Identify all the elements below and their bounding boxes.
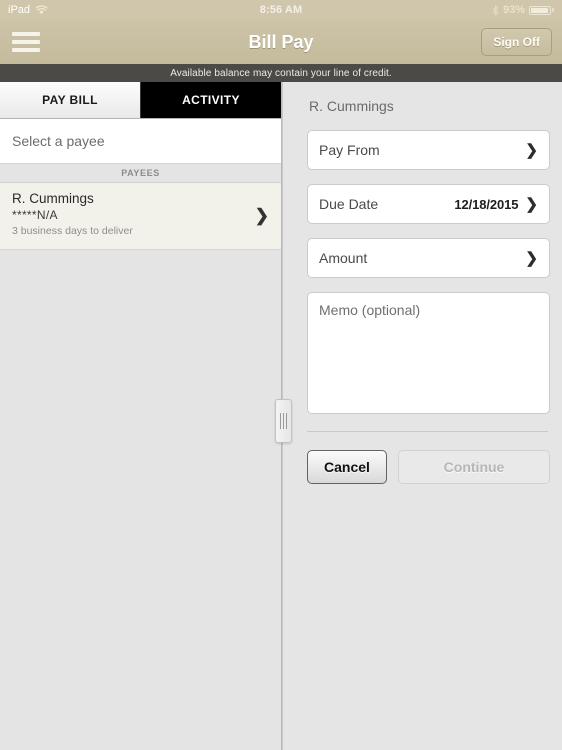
payee-list-empty-area <box>0 249 281 750</box>
payment-detail-panel: R. Cummings Pay From ❯ Due Date 12/18/20… <box>282 82 562 750</box>
detail-payee-title: R. Cummings <box>309 98 394 114</box>
memo-input[interactable]: Memo (optional) <box>307 292 550 414</box>
pay-from-field[interactable]: Pay From ❯ <box>307 130 550 170</box>
due-date-value: 12/18/2015 <box>454 196 519 212</box>
split-view: PAY BILL ACTIVITY Select a payee PAYEES … <box>0 82 562 750</box>
hamburger-menu-icon[interactable] <box>10 30 42 54</box>
form-divider <box>307 431 548 432</box>
sign-off-button[interactable]: Sign Off <box>481 28 552 56</box>
tab-activity[interactable]: ACTIVITY <box>141 82 281 118</box>
payees-section-header: PAYEES <box>0 164 281 183</box>
bluetooth-icon <box>492 4 499 16</box>
balance-notice-banner: Available balance may contain your line … <box>0 64 562 82</box>
chevron-right-icon: ❯ <box>525 195 538 213</box>
form-actions: Cancel Continue <box>307 450 550 484</box>
payee-account-number: *****N/A <box>12 207 58 222</box>
status-bar-clock: 8:56 AM <box>259 4 303 16</box>
chevron-right-icon: ❯ <box>525 141 538 159</box>
payee-list-item[interactable]: R. Cummings *****N/A 3 business days to … <box>0 183 281 250</box>
payee-delivery-time: 3 business days to deliver <box>12 224 133 237</box>
tab-pay-bill[interactable]: PAY BILL <box>0 82 141 118</box>
amount-label: Amount <box>319 250 368 266</box>
payee-master-panel: PAY BILL ACTIVITY Select a payee PAYEES … <box>0 82 282 750</box>
ios-status-bar: iPad 8:56 AM 93% <box>0 0 562 20</box>
select-payee-label: Select a payee <box>12 133 105 149</box>
due-date-label: Due Date <box>319 196 379 212</box>
battery-percent-label: 93% <box>502 4 525 16</box>
chevron-right-icon: ❯ <box>525 249 538 267</box>
select-payee-header[interactable]: Select a payee <box>0 119 281 164</box>
tab-bar: PAY BILL ACTIVITY <box>0 82 281 119</box>
cancel-button[interactable]: Cancel <box>307 450 387 484</box>
navigation-bar: Bill Pay Sign Off <box>0 20 562 64</box>
continue-button[interactable]: Continue <box>398 450 550 484</box>
battery-icon <box>529 5 554 15</box>
chevron-right-icon: ❯ <box>254 205 269 225</box>
payee-info: R. Cummings *****N/A 3 business days to … <box>12 191 247 240</box>
split-view-drag-handle[interactable] <box>275 399 292 443</box>
page-title: Bill Pay <box>248 31 314 52</box>
amount-field[interactable]: Amount ❯ <box>307 238 550 278</box>
status-bar-right: 93% <box>492 4 554 16</box>
pay-from-label: Pay From <box>319 142 380 158</box>
payee-name: R. Cummings <box>12 191 94 206</box>
due-date-field[interactable]: Due Date 12/18/2015 ❯ <box>307 184 550 224</box>
